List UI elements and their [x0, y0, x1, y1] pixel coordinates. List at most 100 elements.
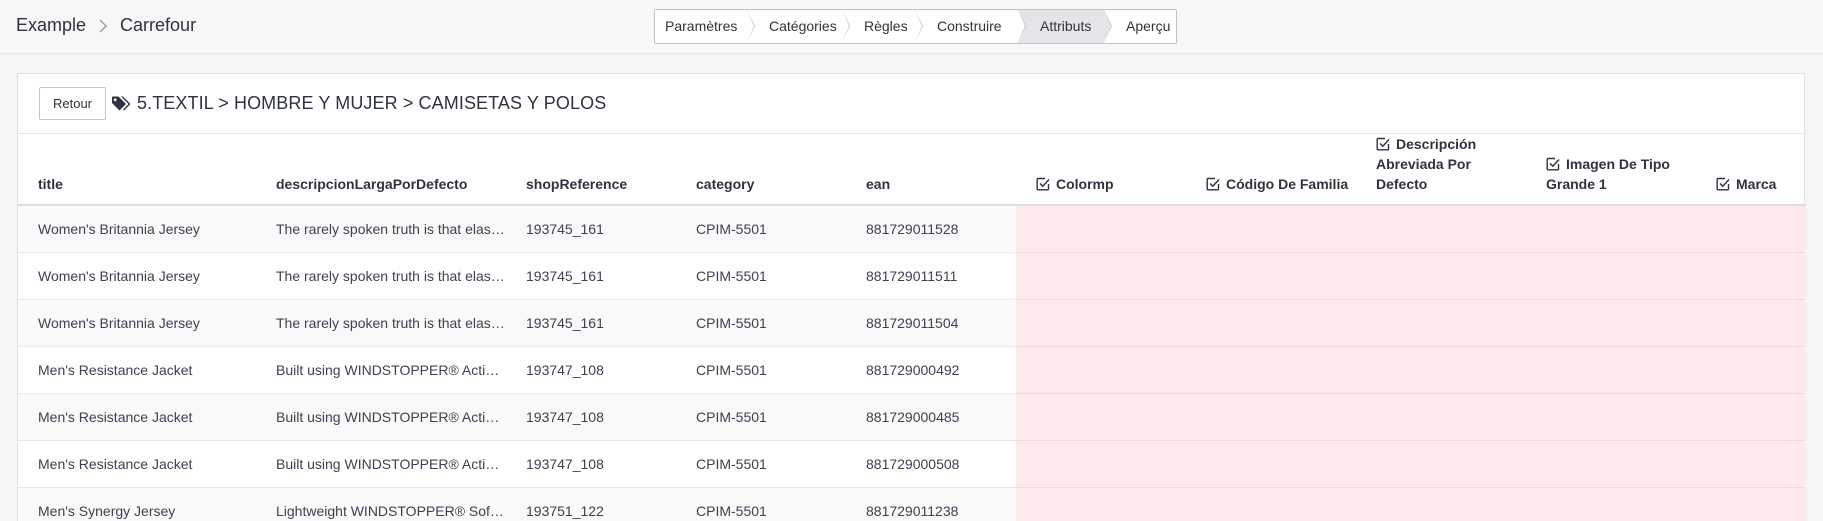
cell-title: Women's Britannia Jersey: [18, 205, 256, 253]
cell-attr-marca[interactable]: [1696, 205, 1806, 253]
cell-attr-marca[interactable]: [1696, 299, 1806, 347]
cell-attr-imagen-grande[interactable]: [1526, 346, 1696, 394]
cell-shop-reference: 193747_108: [506, 393, 676, 441]
cell-attr-descripcion-abreviada[interactable]: [1356, 440, 1526, 488]
cell-category: CPIM-5501: [676, 487, 846, 521]
cell-attr-codigo-familia[interactable]: [1186, 393, 1356, 441]
cell-attr-colormp[interactable]: [1016, 205, 1186, 253]
cell-ean: 881729000485: [846, 393, 1016, 441]
cell-attr-colormp[interactable]: [1016, 299, 1186, 347]
cell-title: Women's Britannia Jersey: [18, 299, 256, 347]
cell-description: Built using WINDSTOPPER® Active Shell: [256, 346, 506, 394]
table-header-row: title descripcionLargaPorDefecto shopRef…: [18, 134, 1806, 206]
step-apercu[interactable]: Aperçu: [1104, 10, 1176, 43]
tags-icon: [112, 96, 131, 111]
col-title[interactable]: title: [18, 134, 256, 206]
attr-label: Código De Familia: [1226, 176, 1349, 192]
products-table: title descripcionLargaPorDefecto shopRef…: [18, 134, 1806, 521]
checkbox-checked-icon[interactable]: [1376, 137, 1390, 151]
table-row[interactable]: Men's Resistance Jacket Built using WIND…: [18, 393, 1806, 441]
cell-attr-codigo-familia[interactable]: [1186, 487, 1356, 521]
cell-category: CPIM-5501: [676, 252, 846, 300]
cell-description: Built using WINDSTOPPER® Active Shell: [256, 440, 506, 488]
checkbox-checked-icon[interactable]: [1546, 157, 1560, 171]
cell-attr-imagen-grande[interactable]: [1526, 440, 1696, 488]
cell-description: The rarely spoken truth is that elastane: [256, 205, 506, 253]
cell-ean: 881729011511: [846, 252, 1016, 300]
checkbox-checked-icon[interactable]: [1206, 177, 1220, 191]
cell-title: Men's Resistance Jacket: [18, 393, 256, 441]
cell-attr-imagen-grande[interactable]: [1526, 393, 1696, 441]
col-attr-descripcion-abreviada[interactable]: Descripción Abreviada Por Defecto: [1356, 134, 1526, 206]
col-attr-marca[interactable]: Marca: [1696, 134, 1806, 206]
cell-attr-colormp[interactable]: [1016, 440, 1186, 488]
checkbox-checked-icon[interactable]: [1716, 177, 1730, 191]
cell-attr-codigo-familia[interactable]: [1186, 205, 1356, 253]
breadcrumb-root[interactable]: Example: [16, 15, 86, 36]
col-attr-colormp[interactable]: Colormp: [1016, 134, 1186, 206]
cell-attr-descripcion-abreviada[interactable]: [1356, 346, 1526, 394]
cell-attr-codigo-familia[interactable]: [1186, 346, 1356, 394]
cell-attr-marca[interactable]: [1696, 487, 1806, 521]
cell-attr-colormp[interactable]: [1016, 252, 1186, 300]
table-row[interactable]: Men's Synergy Jersey Lightweight WINDSTO…: [18, 487, 1806, 521]
step-regles[interactable]: Règles: [842, 10, 923, 43]
cell-attr-descripcion-abreviada[interactable]: [1356, 205, 1526, 253]
col-description[interactable]: descripcionLargaPorDefecto: [256, 134, 506, 206]
col-attr-imagen-grande[interactable]: Imagen De Tipo Grande 1: [1526, 134, 1696, 206]
cell-attr-colormp[interactable]: [1016, 393, 1186, 441]
step-categories[interactable]: Catégories: [747, 10, 850, 43]
table-row[interactable]: Men's Resistance Jacket Built using WIND…: [18, 346, 1806, 394]
cell-description: The rarely spoken truth is that elastane: [256, 299, 506, 347]
attr-label: Colormp: [1056, 176, 1114, 192]
attr-label: Imagen De Tipo Grande 1: [1546, 156, 1670, 192]
cell-category: CPIM-5501: [676, 440, 846, 488]
cell-attr-imagen-grande[interactable]: [1526, 487, 1696, 521]
cell-attr-codigo-familia[interactable]: [1186, 440, 1356, 488]
cell-attr-imagen-grande[interactable]: [1526, 252, 1696, 300]
cell-category: CPIM-5501: [676, 346, 846, 394]
col-ean[interactable]: ean: [846, 134, 1016, 206]
cell-shop-reference: 193745_161: [506, 252, 676, 300]
col-shop-reference[interactable]: shopReference: [506, 134, 676, 206]
table-row[interactable]: Men's Resistance Jacket Built using WIND…: [18, 440, 1806, 488]
step-attributs[interactable]: Attributs: [1018, 10, 1112, 43]
cell-attr-descripcion-abreviada[interactable]: [1356, 393, 1526, 441]
cell-attr-codigo-familia[interactable]: [1186, 252, 1356, 300]
cell-description: Built using WINDSTOPPER® Active Shell: [256, 393, 506, 441]
cell-attr-colormp[interactable]: [1016, 487, 1186, 521]
cell-category: CPIM-5501: [676, 299, 846, 347]
table-row[interactable]: Women's Britannia Jersey The rarely spok…: [18, 205, 1806, 253]
cell-ean: 881729000492: [846, 346, 1016, 394]
cell-attr-marca[interactable]: [1696, 252, 1806, 300]
cell-title: Men's Resistance Jacket: [18, 440, 256, 488]
table-row[interactable]: Women's Britannia Jersey The rarely spok…: [18, 299, 1806, 347]
col-category[interactable]: category: [676, 134, 846, 206]
checkbox-checked-icon[interactable]: [1036, 177, 1050, 191]
col-attr-codigo-familia[interactable]: Código De Familia: [1186, 134, 1356, 206]
back-button[interactable]: Retour: [39, 87, 106, 120]
cell-attr-marca[interactable]: [1696, 440, 1806, 488]
cell-description: The rarely spoken truth is that elastane: [256, 252, 506, 300]
cell-attr-descripcion-abreviada[interactable]: [1356, 299, 1526, 347]
attr-label: Descripción Abreviada Por Defecto: [1376, 136, 1477, 192]
cell-attr-marca[interactable]: [1696, 346, 1806, 394]
breadcrumb: Example Carrefour: [16, 15, 196, 36]
cell-attr-imagen-grande[interactable]: [1526, 299, 1696, 347]
cell-title: Men's Resistance Jacket: [18, 346, 256, 394]
cell-attr-descripcion-abreviada[interactable]: [1356, 487, 1526, 521]
cell-attr-codigo-familia[interactable]: [1186, 299, 1356, 347]
category-path: 5.TEXTIL > HOMBRE Y MUJER > CAMISETAS Y …: [137, 93, 607, 113]
cell-shop-reference: 193747_108: [506, 440, 676, 488]
cell-attr-imagen-grande[interactable]: [1526, 205, 1696, 253]
cell-shop-reference: 193745_161: [506, 205, 676, 253]
cell-attr-marca[interactable]: [1696, 393, 1806, 441]
cell-ean: 881729000508: [846, 440, 1016, 488]
cell-attr-colormp[interactable]: [1016, 346, 1186, 394]
cell-shop-reference: 193747_108: [506, 346, 676, 394]
table-row[interactable]: Women's Britannia Jersey The rarely spok…: [18, 252, 1806, 300]
step-construire[interactable]: Construire: [915, 10, 1026, 43]
cell-attr-descripcion-abreviada[interactable]: [1356, 252, 1526, 300]
step-parametres[interactable]: Paramètres: [655, 10, 755, 43]
breadcrumb-current: Carrefour: [120, 15, 197, 35]
